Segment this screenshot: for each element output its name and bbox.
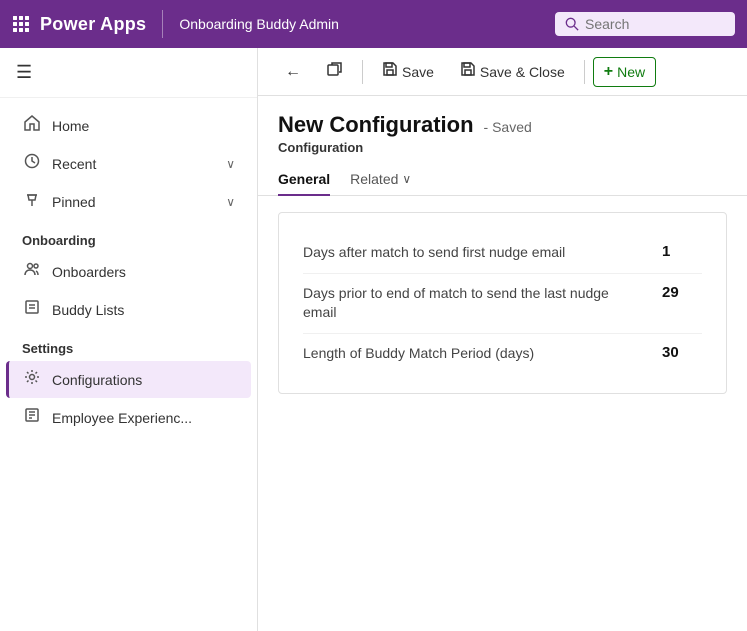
toolbar: ← Save <box>258 48 747 96</box>
page-subtitle: Configuration <box>278 140 727 155</box>
section-onboarding: Onboarding <box>0 221 257 252</box>
save-button[interactable]: Save <box>371 55 445 88</box>
sidebar-item-onboarders-label: Onboarders <box>52 264 235 280</box>
save-close-icon <box>460 61 476 82</box>
new-label: New <box>617 64 645 80</box>
toolbar-divider-2 <box>584 60 585 84</box>
chevron-down-icon: ∨ <box>226 157 235 171</box>
save-label: Save <box>402 64 434 80</box>
save-icon <box>382 61 398 82</box>
sidebar-item-configurations-label: Configurations <box>52 372 235 388</box>
tab-general[interactable]: General <box>278 165 330 195</box>
tab-related[interactable]: Related ∨ <box>350 165 411 195</box>
save-close-button[interactable]: Save & Close <box>449 55 576 88</box>
sidebar-item-recent[interactable]: Recent ∨ <box>6 145 251 182</box>
tabs: General Related ∨ <box>258 155 747 196</box>
toolbar-divider-1 <box>362 60 363 84</box>
chevron-down-icon-pinned: ∨ <box>226 195 235 209</box>
sidebar-item-home-label: Home <box>52 118 235 134</box>
form-row-first-nudge: Days after match to send first nudge ema… <box>303 233 702 274</box>
topbar: Power Apps Onboarding Buddy Admin <box>0 0 747 48</box>
back-button[interactable]: ← <box>274 57 312 87</box>
grid-icon[interactable] <box>12 15 30 33</box>
layout: ☰ Home Recent ∨ <box>0 48 747 631</box>
form-label-first-nudge: Days after match to send first nudge ema… <box>303 243 646 263</box>
sidebar-nav: Home Recent ∨ <box>0 98 257 445</box>
sidebar-item-employee-experience[interactable]: Employee Experienc... <box>6 399 251 436</box>
search-input[interactable] <box>585 16 715 32</box>
form-label-match-period: Length of Buddy Match Period (days) <box>303 344 646 364</box>
new-button[interactable]: + New <box>593 57 656 87</box>
onboarders-icon <box>22 261 42 282</box>
search-box[interactable] <box>555 12 735 36</box>
sidebar-item-pinned-label: Pinned <box>52 194 216 210</box>
search-icon <box>565 17 579 31</box>
tab-related-label: Related <box>350 171 398 187</box>
form-card: Days after match to send first nudge ema… <box>278 212 727 394</box>
form-row-match-period: Length of Buddy Match Period (days) 30 <box>303 334 702 374</box>
form-value-first-nudge: 1 <box>662 243 702 260</box>
chevron-down-related-icon: ∨ <box>402 172 411 186</box>
employee-experience-icon <box>22 407 42 428</box>
main-content: ← Save <box>258 48 747 631</box>
buddy-lists-icon <box>22 299 42 320</box>
back-icon: ← <box>285 63 301 81</box>
form-label-last-nudge: Days prior to end of match to send the l… <box>303 284 646 323</box>
page-title: New Configuration <box>278 112 474 138</box>
sidebar-item-onboarders[interactable]: Onboarders <box>6 253 251 290</box>
sidebar-item-employee-experience-label: Employee Experienc... <box>52 410 235 426</box>
configurations-icon <box>22 369 42 390</box>
plus-icon: + <box>604 63 613 81</box>
form-row-last-nudge: Days prior to end of match to send the l… <box>303 274 702 334</box>
tab-general-label: General <box>278 171 330 187</box>
form-value-last-nudge: 29 <box>662 284 702 301</box>
app-name: Power Apps <box>40 14 146 35</box>
clock-icon <box>22 153 42 174</box>
page-title-row: New Configuration - Saved <box>278 112 727 138</box>
sidebar-item-recent-label: Recent <box>52 156 216 172</box>
section-settings: Settings <box>0 329 257 360</box>
pin-icon <box>22 191 42 212</box>
form-content: Days after match to send first nudge ema… <box>258 196 747 631</box>
topbar-context: Onboarding Buddy Admin <box>179 16 545 32</box>
save-close-label: Save & Close <box>480 64 565 80</box>
topbar-divider <box>162 10 163 38</box>
page-saved-status: - Saved <box>484 119 532 135</box>
home-icon <box>22 115 42 136</box>
page-header: New Configuration - Saved Configuration <box>258 96 747 155</box>
sidebar-item-configurations[interactable]: Configurations <box>6 361 251 398</box>
sidebar-item-pinned[interactable]: Pinned ∨ <box>6 183 251 220</box>
hamburger-button[interactable]: ☰ <box>0 48 257 98</box>
sidebar-item-buddy-lists[interactable]: Buddy Lists <box>6 291 251 328</box>
restore-icon <box>327 61 343 82</box>
form-value-match-period: 30 <box>662 344 702 361</box>
restore-button[interactable] <box>316 55 354 88</box>
sidebar: ☰ Home Recent ∨ <box>0 48 258 631</box>
sidebar-item-home[interactable]: Home <box>6 107 251 144</box>
sidebar-item-buddy-lists-label: Buddy Lists <box>52 302 235 318</box>
